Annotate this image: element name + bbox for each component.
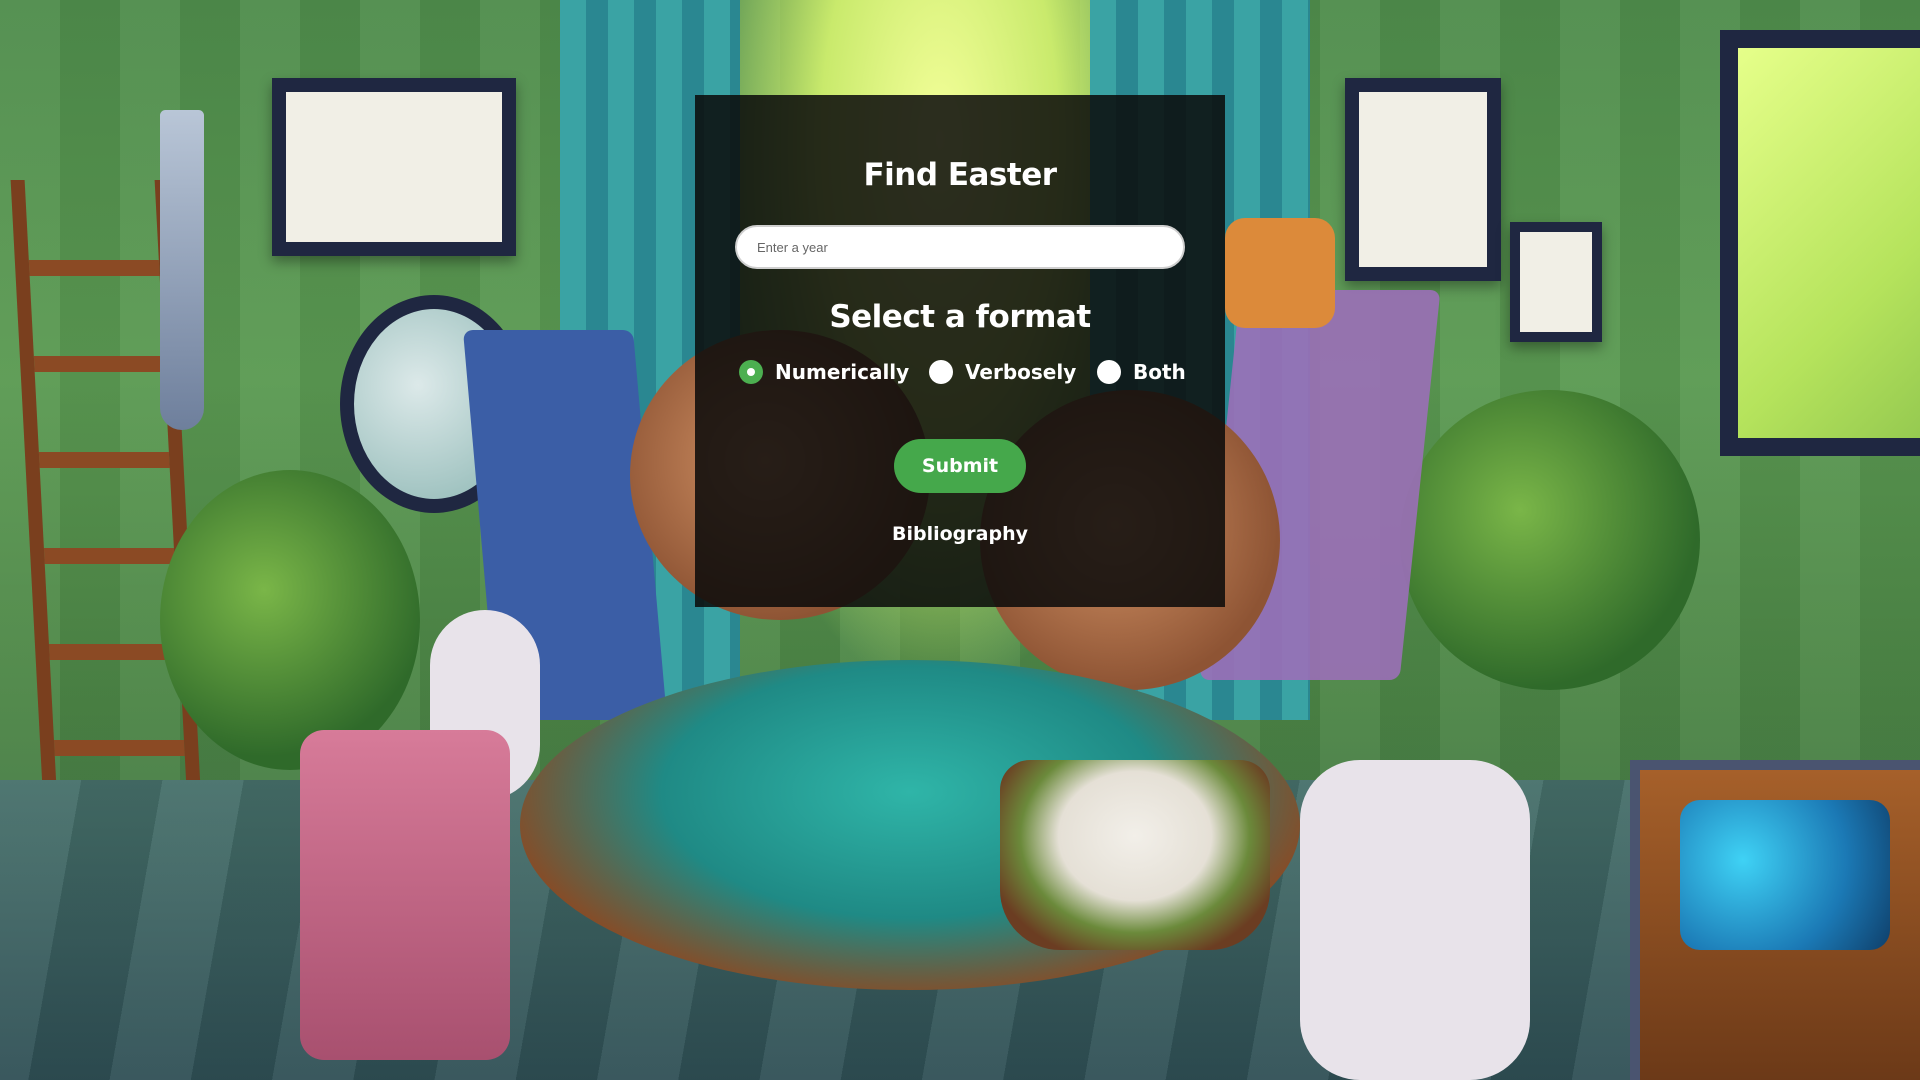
background-plant-right (1400, 390, 1700, 690)
format-heading: Select a format (829, 299, 1091, 335)
background-bunny-large (1300, 760, 1530, 1080)
background-window (1720, 30, 1920, 456)
year-input[interactable] (735, 225, 1185, 269)
background-plant-left (160, 470, 420, 770)
format-option-both[interactable]: Both (1097, 355, 1186, 389)
radio-checked-icon[interactable] (739, 360, 763, 384)
background-pig (300, 730, 510, 1060)
bibliography-link[interactable]: Bibliography (695, 523, 1225, 545)
background-picture-frame-sword (272, 78, 516, 256)
background-picture-frame-small (1510, 222, 1602, 342)
page: Find Easter Select a format Numerically … (0, 0, 1920, 1080)
background-sword (160, 110, 204, 430)
radio-unchecked-icon[interactable] (929, 360, 953, 384)
submit-button[interactable]: Submit (894, 439, 1026, 493)
format-radio-group: Numerically Verbosely Both (739, 355, 1189, 389)
radio-unchecked-icon[interactable] (1097, 360, 1121, 384)
background-egg-basket (1000, 760, 1270, 950)
form-title: Find Easter (863, 157, 1057, 193)
background-treasure-chest (1630, 760, 1920, 1080)
background-gems (1680, 800, 1890, 950)
format-option-label: Both (1133, 360, 1186, 384)
format-option-numerically[interactable]: Numerically (739, 355, 909, 389)
format-option-label: Verbosely (965, 360, 1077, 384)
format-option-label: Numerically (775, 360, 910, 384)
easter-form-panel: Find Easter Select a format Numerically … (695, 95, 1225, 607)
background-picture-frame-balloon (1345, 78, 1501, 281)
format-option-verbosely[interactable]: Verbosely (929, 355, 1076, 389)
background-cat (1225, 218, 1335, 328)
